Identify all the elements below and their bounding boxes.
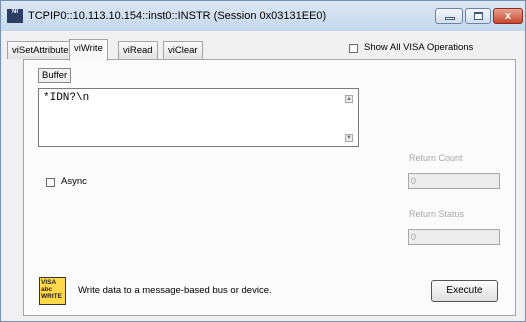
visa-write-icon: VISA abc WRITE xyxy=(39,277,66,305)
window-title: TCPIP0::10.113.10.154::inst0::INSTR (Ses… xyxy=(28,10,327,22)
show-all-label: Show All VISA Operations xyxy=(364,42,474,53)
tab-viwrite[interactable]: viWrite xyxy=(69,39,108,61)
return-count-field: 0 xyxy=(408,173,500,189)
maximize-button[interactable] xyxy=(465,8,491,24)
title-bar[interactable]: NI TCPIP0::10.113.10.154::inst0::INSTR (… xyxy=(1,1,525,31)
buffer-text: *IDN?\n xyxy=(43,92,90,104)
return-status-label: Return Status xyxy=(409,209,465,219)
visa-window: NI TCPIP0::10.113.10.154::inst0::INSTR (… xyxy=(0,0,526,322)
return-count-label: Return Count xyxy=(409,153,463,163)
minimize-button[interactable] xyxy=(435,8,463,24)
buffer-label: Buffer xyxy=(38,68,72,83)
scroll-up-icon[interactable]: ▲ xyxy=(345,95,353,103)
tab-visetattribute[interactable]: viSetAttribute xyxy=(7,41,74,59)
async-checkbox[interactable] xyxy=(46,178,55,187)
tab-viread[interactable]: viRead xyxy=(118,41,158,59)
operation-description: Write data to a message-based bus or dev… xyxy=(78,285,272,296)
buffer-input[interactable]: *IDN?\n ▲ ▼ xyxy=(38,88,359,147)
scroll-down-icon[interactable]: ▼ xyxy=(345,134,353,142)
close-icon: x xyxy=(504,10,512,22)
tab-viclear[interactable]: viClear xyxy=(163,41,203,59)
close-button[interactable]: x xyxy=(493,8,523,24)
ni-app-icon: NI xyxy=(7,9,23,23)
async-label: Async xyxy=(61,176,87,187)
execute-button[interactable]: Execute xyxy=(431,280,498,302)
return-status-field: 0 xyxy=(408,229,500,245)
show-all-checkbox[interactable] xyxy=(349,44,358,53)
